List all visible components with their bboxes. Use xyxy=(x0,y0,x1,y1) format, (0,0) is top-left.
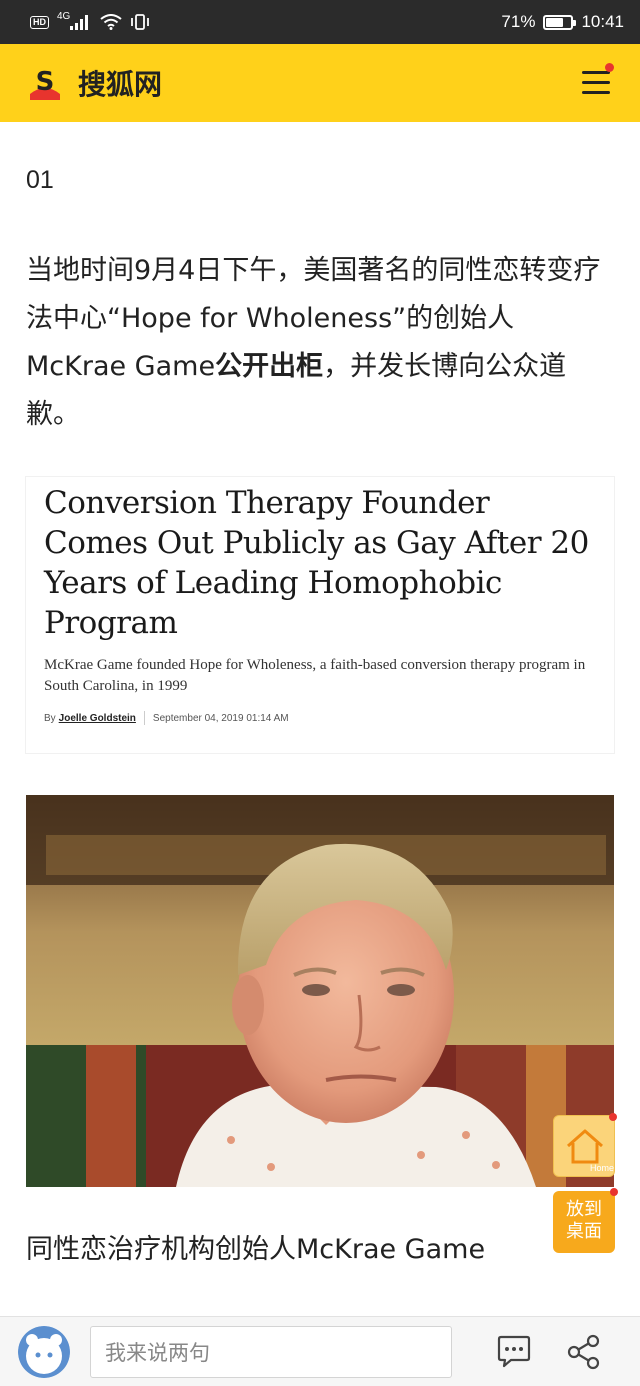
home-float-button[interactable]: Home xyxy=(553,1113,617,1177)
article-photo[interactable] xyxy=(26,795,614,1187)
news-headline: Conversion Therapy Founder Comes Out Pub… xyxy=(44,485,589,641)
status-bar: HD 4G 71% 10:41 xyxy=(0,0,640,44)
clock: 10:41 xyxy=(581,12,624,31)
byline-prefix: By xyxy=(44,712,56,724)
network-label: 4G xyxy=(57,10,71,22)
brand-name[interactable]: 搜狐网 xyxy=(78,63,162,103)
desk-label-line2: 桌面 xyxy=(566,1221,602,1242)
share-icon xyxy=(567,1334,600,1369)
logo-letter: S xyxy=(36,67,55,97)
portrait-image xyxy=(26,795,614,1187)
article: 01 当地时间9月4日下午，美国著名的同性恋转变疗法中心“Hope for Wh… xyxy=(26,122,614,1266)
hd-badge: HD xyxy=(30,15,49,29)
battery-level xyxy=(546,17,564,27)
status-left: HD 4G xyxy=(30,10,150,30)
news-screenshot: Conversion Therapy Founder Comes Out Pub… xyxy=(26,477,614,753)
battery-percent: 71% xyxy=(501,12,536,31)
article-paragraph: 当地时间9月4日下午，美国著名的同性恋转变疗法中心“Hope for Whole… xyxy=(26,247,614,439)
photo-caption: 同性恋治疗机构创始人McKrae Game xyxy=(26,1234,486,1265)
sohu-logo[interactable]: S xyxy=(26,64,64,102)
vibrate-icon xyxy=(131,14,150,30)
battery-icon xyxy=(543,14,577,30)
section-number: 01 xyxy=(26,166,54,194)
home-notification-dot xyxy=(609,1113,617,1121)
paragraph-bold: 公开出柜 xyxy=(215,351,324,382)
status-right: 71% 10:41 xyxy=(501,12,624,32)
byline-author: Joelle Goldstein xyxy=(58,712,136,724)
news-byline: By Joelle Goldstein September 04, 2019 0… xyxy=(44,711,596,725)
wifi-icon xyxy=(100,14,122,30)
desk-label-line1: 放到 xyxy=(566,1199,602,1220)
app-header: S 搜狐网 xyxy=(0,44,640,122)
home-icon: Home xyxy=(567,1129,614,1173)
bottom-bar: 我来说两句 xyxy=(0,1316,640,1386)
avatar[interactable] xyxy=(18,1325,70,1378)
byline-divider xyxy=(143,711,145,725)
comment-input[interactable]: 我来说两句 xyxy=(90,1325,452,1378)
notification-dot xyxy=(605,63,614,72)
comment-icon xyxy=(497,1335,531,1367)
news-dek: McKrae Game founded Hope for Wholeness, … xyxy=(44,657,586,694)
hamburger-icon xyxy=(582,71,610,74)
share-button[interactable] xyxy=(564,1332,604,1372)
signal-icon xyxy=(70,15,89,30)
sohu-logo-icon: S xyxy=(26,64,64,102)
menu-button[interactable] xyxy=(582,63,614,97)
add-to-desktop-button[interactable]: 放到 桌面 xyxy=(553,1188,618,1253)
comment-button[interactable] xyxy=(494,1332,534,1372)
home-label: Home xyxy=(590,1163,614,1173)
byline-date: September 04, 2019 01:14 AM xyxy=(152,712,289,724)
avatar-icon xyxy=(18,1325,70,1378)
desk-notification-dot xyxy=(610,1188,618,1196)
